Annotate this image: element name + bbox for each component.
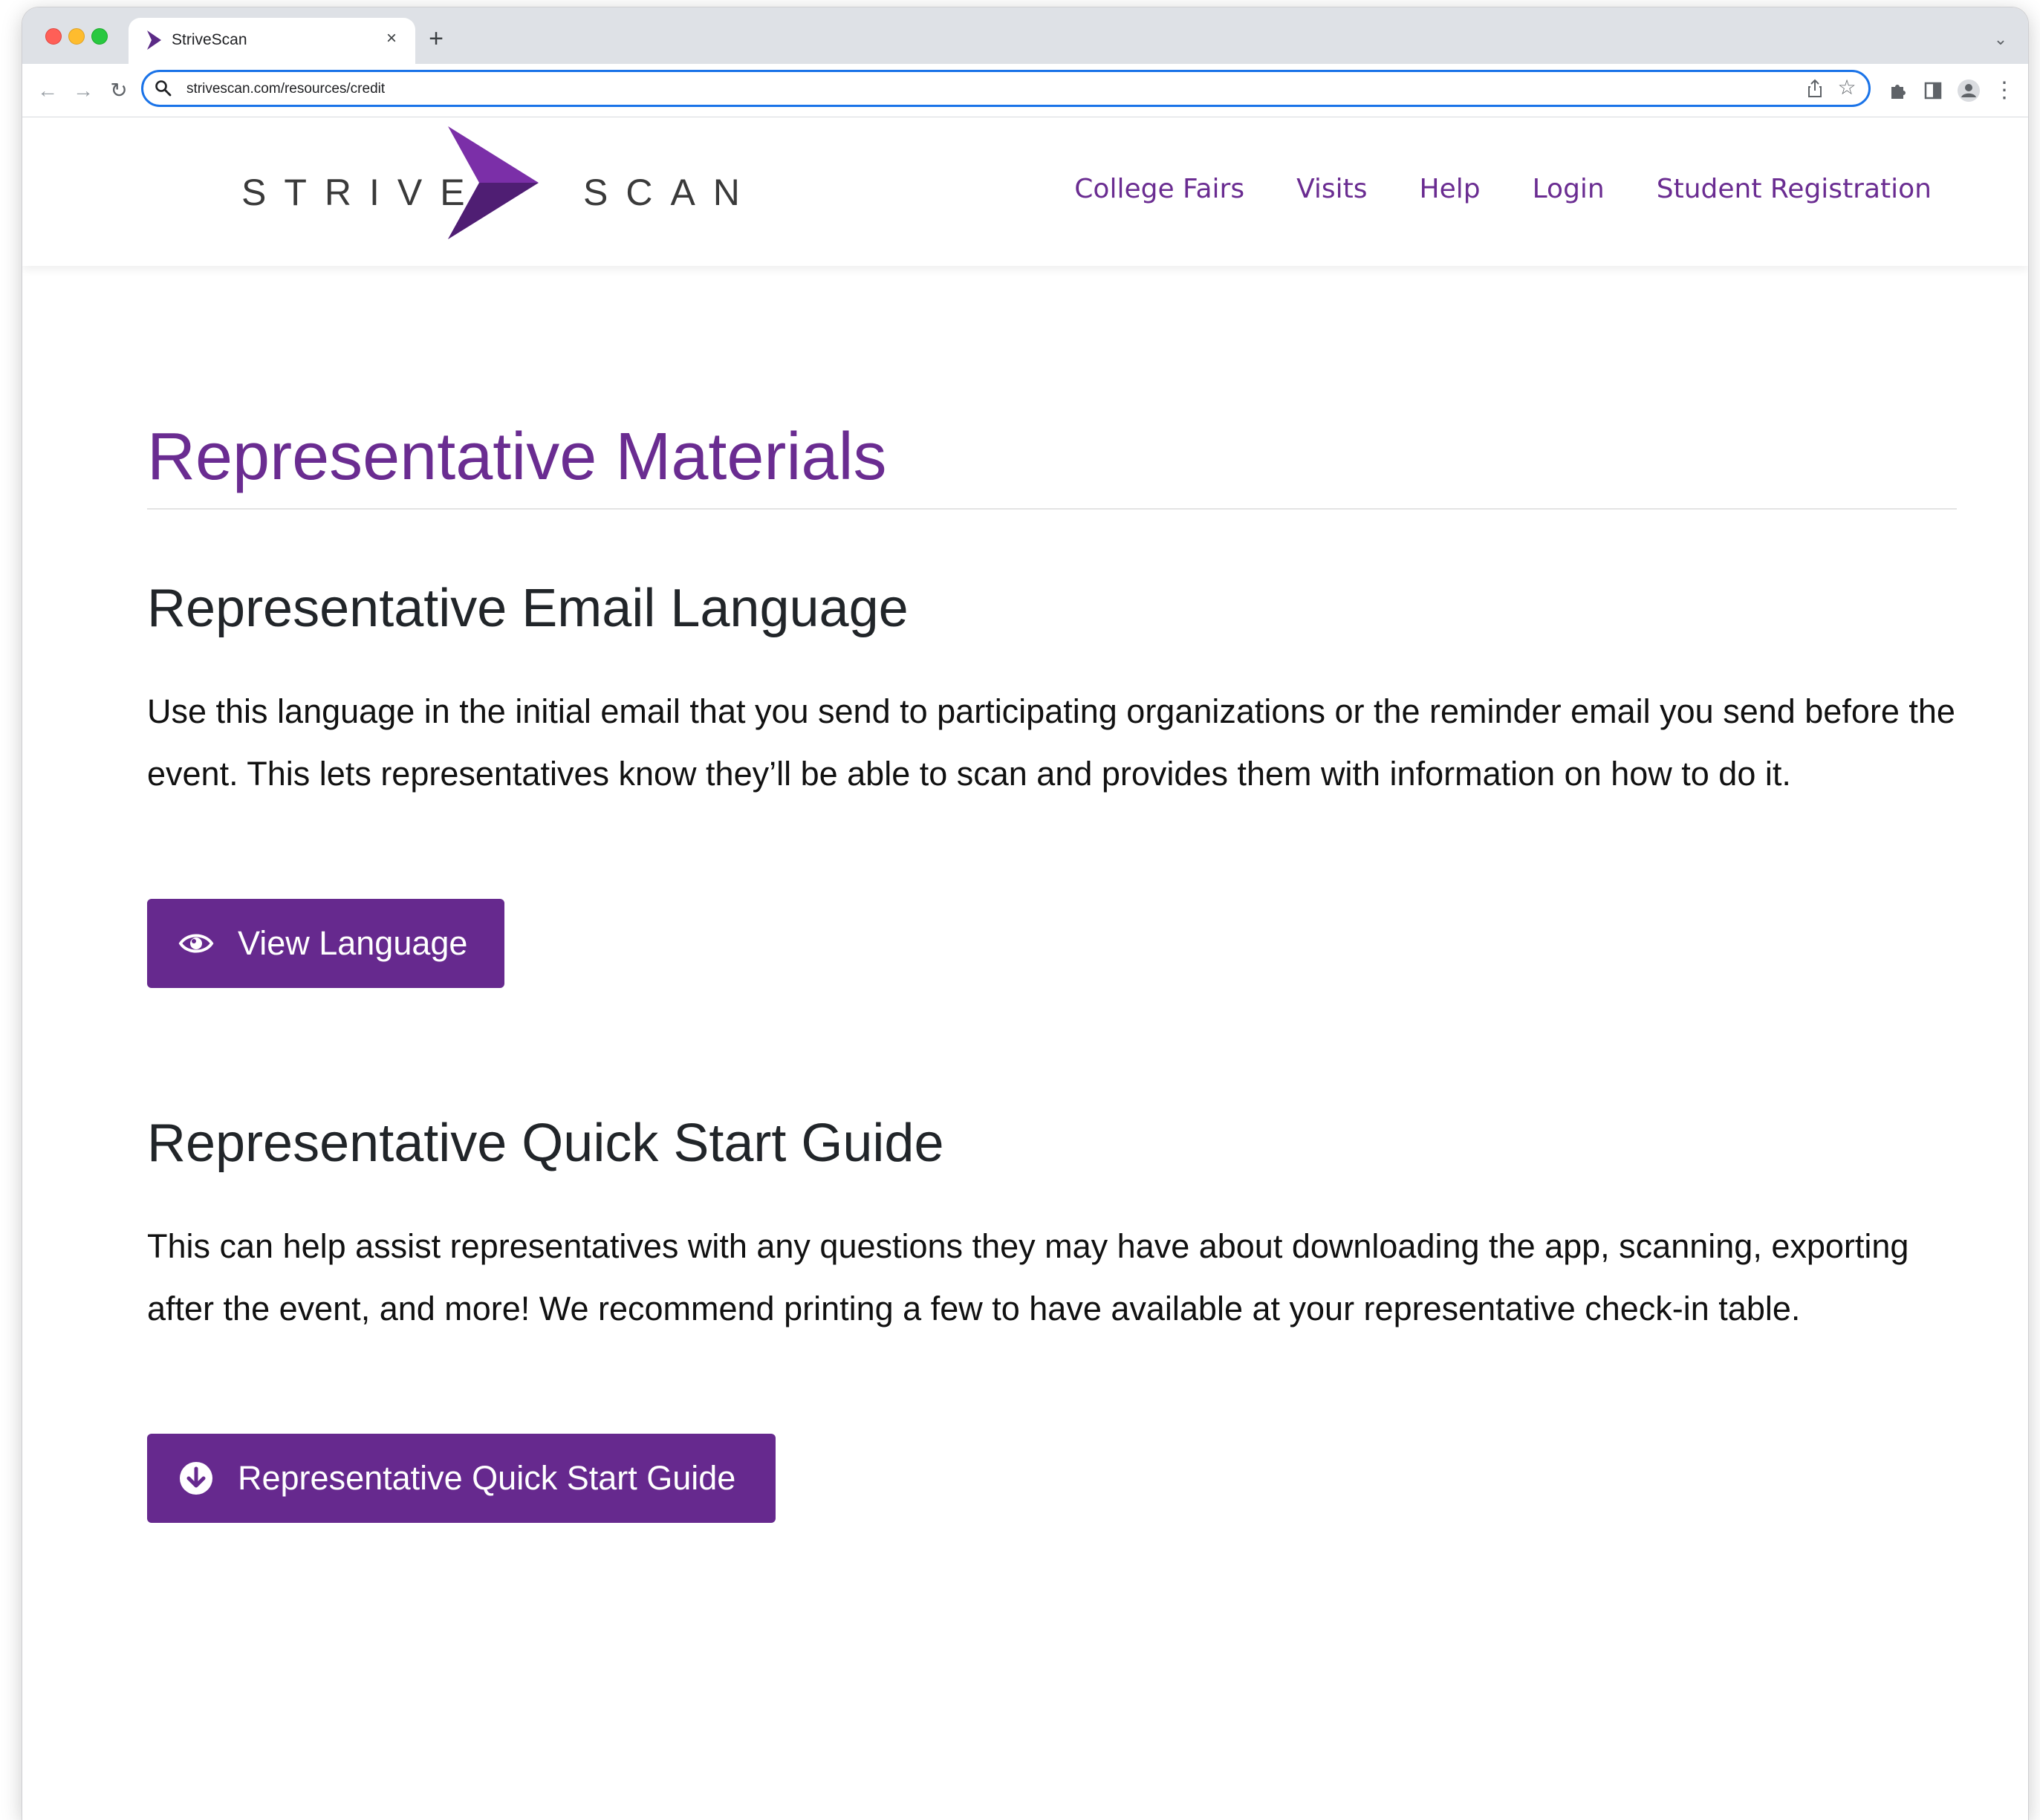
strivescan-logo[interactable]: STRIVE SCAN <box>241 126 740 239</box>
profile-avatar-icon[interactable] <box>1954 76 1984 105</box>
browser-window: StriveScan × + ⌄ ← → ↻ strivescan.com/re… <box>22 7 2028 1820</box>
nav-student-registration[interactable]: Student Registration <box>1657 174 1932 204</box>
email-language-description: Use this language in the initial email t… <box>147 692 1955 793</box>
download-circle-icon <box>180 1462 212 1495</box>
close-window-button[interactable] <box>45 28 62 45</box>
eye-icon <box>178 934 214 953</box>
search-icon <box>155 80 172 97</box>
share-icon[interactable] <box>1805 78 1825 99</box>
nav-visits[interactable]: Visits <box>1296 174 1367 204</box>
tab-search-icon[interactable]: ⌄ <box>1988 27 2013 52</box>
nav-college-fairs[interactable]: College Fairs <box>1074 174 1244 204</box>
url-text[interactable]: strivescan.com/resources/credit <box>186 81 385 97</box>
nav-help[interactable]: Help <box>1420 174 1481 204</box>
forward-arrow-icon[interactable]: → <box>68 76 98 105</box>
email-language-heading: Representative Email Language <box>147 579 909 638</box>
view-language-label: View Language <box>238 924 468 962</box>
logo-scan-text: SCAN <box>583 172 758 213</box>
browser-toolbar: ← → ↻ strivescan.com/resources/credit ☆ <box>22 64 2028 117</box>
view-language-button[interactable]: View Language <box>147 899 504 988</box>
tab-title: StriveScan <box>172 31 247 48</box>
minimize-window-button[interactable] <box>68 28 85 45</box>
new-tab-button[interactable]: + <box>422 25 450 53</box>
maximize-window-button[interactable] <box>91 28 108 45</box>
browser-tab-active[interactable]: StriveScan × <box>129 18 415 64</box>
side-panel-icon[interactable] <box>1918 76 1948 105</box>
strivescan-favicon-icon <box>147 30 161 50</box>
quick-start-guide-heading: Representative Quick Start Guide <box>147 1114 944 1173</box>
back-arrow-icon[interactable]: ← <box>33 76 62 105</box>
browser-menu-icon[interactable]: ⋮ <box>1989 76 2019 105</box>
bookmark-star-icon[interactable]: ☆ <box>1836 77 1858 99</box>
main-navigation: College Fairs Visits Help Login Student … <box>1074 174 1932 204</box>
quick-start-guide-label: Representative Quick Start Guide <box>238 1459 736 1497</box>
address-bar[interactable]: strivescan.com/resources/credit ☆ <box>141 70 1871 107</box>
tab-close-icon[interactable]: × <box>380 27 403 51</box>
reload-icon[interactable]: ↻ <box>104 76 134 105</box>
nav-login[interactable]: Login <box>1533 174 1605 204</box>
tab-strip: StriveScan × + ⌄ <box>22 7 2028 64</box>
quick-start-guide-description: This can help assist representatives wit… <box>147 1227 1909 1327</box>
logo-chevron-icon <box>448 126 539 239</box>
extensions-puzzle-icon[interactable] <box>1883 76 1912 105</box>
quick-start-guide-download-button[interactable]: Representative Quick Start Guide <box>147 1434 776 1523</box>
title-divider <box>147 508 1957 510</box>
site-header: STRIVE SCAN College Fairs Visits Help Lo… <box>22 117 2028 266</box>
page-title: Representative Materials <box>147 420 887 494</box>
